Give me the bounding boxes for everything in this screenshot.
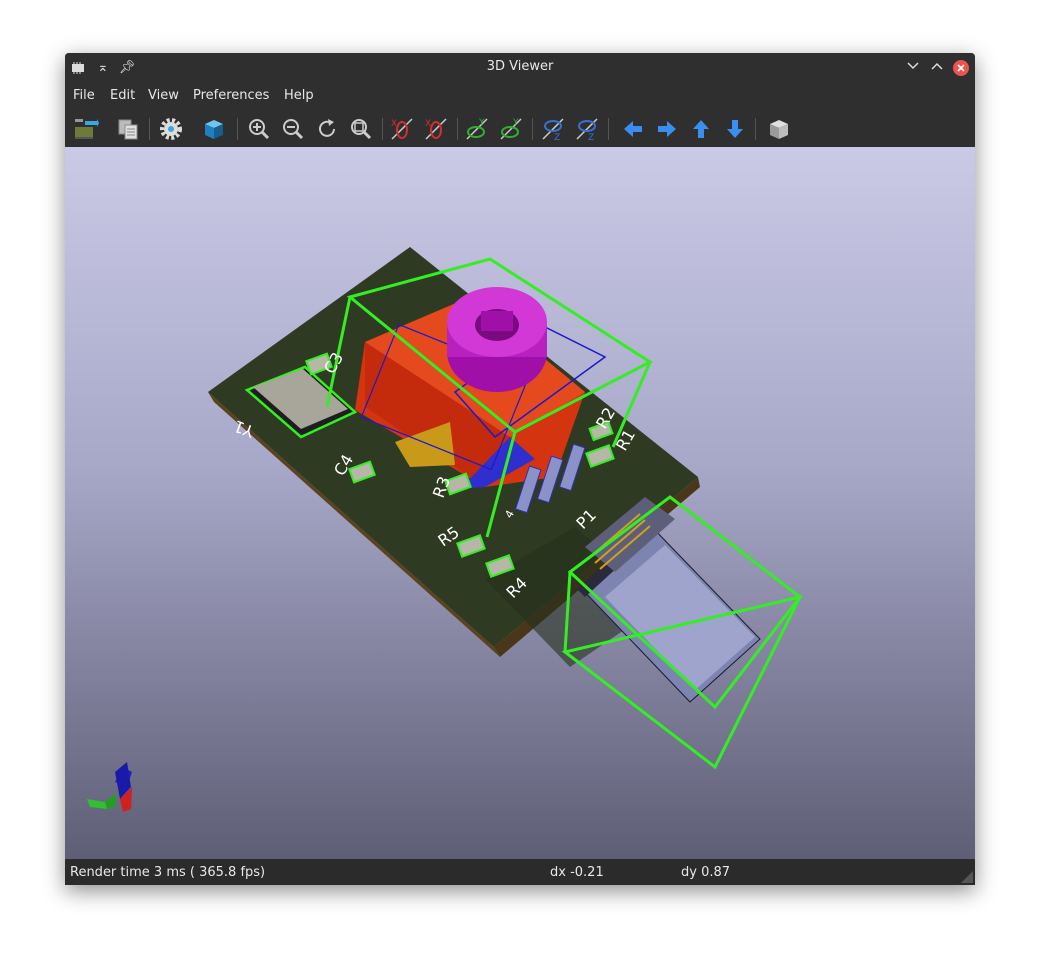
menu-bar: File Edit View Preferences Help bbox=[65, 82, 975, 110]
render-mode-cube-icon[interactable] bbox=[200, 115, 228, 143]
rotate-x-ccw-icon[interactable]: X bbox=[422, 115, 450, 143]
resize-grip-icon[interactable] bbox=[961, 871, 973, 883]
rotate-y-ccw-icon[interactable]: Y bbox=[497, 115, 525, 143]
pan-right-icon[interactable] bbox=[653, 115, 681, 143]
rotate-z-ccw-icon[interactable]: Z bbox=[573, 115, 601, 143]
zoom-fit-icon[interactable] bbox=[347, 115, 375, 143]
menu-help[interactable]: Help bbox=[284, 88, 314, 103]
toolbar-separator bbox=[149, 118, 150, 140]
status-bar: Render time 3 ms ( 365.8 fps) dx -0.21 d… bbox=[65, 859, 975, 885]
copy-image-icon[interactable] bbox=[114, 115, 142, 143]
menu-file[interactable]: File bbox=[73, 88, 95, 103]
3d-viewport[interactable]: Y1 C3 C4 R3 R5 R4 P1 R1 R2 4 bbox=[65, 147, 975, 859]
svg-text:Y: Y bbox=[512, 118, 519, 128]
maximize-chevron-up-icon[interactable] bbox=[928, 59, 946, 77]
toolbar-separator bbox=[532, 118, 533, 140]
toolbar: X X Y Y Z Z bbox=[65, 110, 975, 148]
pcb-3d-render: Y1 C3 C4 R3 R5 R4 P1 R1 R2 4 bbox=[87, 247, 803, 812]
svg-text:Z: Z bbox=[554, 133, 560, 142]
redraw-icon[interactable] bbox=[313, 115, 341, 143]
settings-gear-icon[interactable] bbox=[157, 115, 185, 143]
axes-gizmo-icon bbox=[87, 762, 132, 812]
menu-view[interactable]: View bbox=[148, 88, 179, 103]
toolbar-separator bbox=[608, 118, 609, 140]
dx-readout: dx -0.21 bbox=[550, 865, 604, 880]
menu-edit[interactable]: Edit bbox=[110, 88, 135, 103]
render-time-text: Render time 3 ms ( 365.8 fps) bbox=[70, 865, 266, 880]
menu-preferences[interactable]: Preferences bbox=[193, 88, 269, 103]
svg-text:Y: Y bbox=[478, 118, 485, 128]
pan-down-icon[interactable] bbox=[721, 115, 749, 143]
close-icon[interactable] bbox=[952, 59, 970, 77]
title-bar: ⌅ 📌︎ 3D Viewer bbox=[65, 53, 975, 82]
rotate-x-cw-icon[interactable]: X bbox=[388, 115, 416, 143]
toolbar-separator bbox=[457, 118, 458, 140]
rotate-y-cw-icon[interactable]: Y bbox=[463, 115, 491, 143]
svg-text:X: X bbox=[425, 119, 431, 129]
svg-text:X: X bbox=[391, 119, 397, 129]
pan-left-icon[interactable] bbox=[619, 115, 647, 143]
pan-up-icon[interactable] bbox=[687, 115, 715, 143]
minimize-chevron-down-icon[interactable] bbox=[904, 59, 922, 77]
rotate-z-cw-icon[interactable]: Z bbox=[539, 115, 567, 143]
toggle-ortho-icon[interactable] bbox=[765, 115, 793, 143]
toolbar-separator bbox=[382, 118, 383, 140]
zoom-out-icon[interactable] bbox=[279, 115, 307, 143]
rotary-knob bbox=[447, 287, 547, 392]
svg-text:Z: Z bbox=[588, 133, 594, 142]
zoom-in-icon[interactable] bbox=[245, 115, 273, 143]
toolbar-separator bbox=[755, 118, 756, 140]
reload-board-icon[interactable] bbox=[72, 115, 100, 143]
dy-readout: dy 0.87 bbox=[681, 865, 731, 880]
viewer-window: ⌅ 📌︎ 3D Viewer File Edit View Preference… bbox=[65, 53, 975, 885]
toolbar-separator bbox=[237, 118, 238, 140]
window-title: 3D Viewer bbox=[486, 59, 554, 74]
